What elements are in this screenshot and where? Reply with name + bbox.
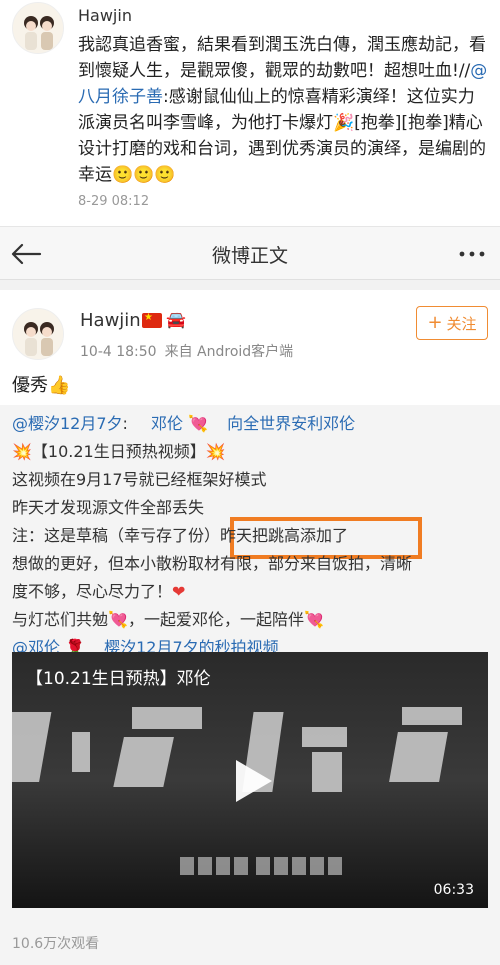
- repost-line: 想做的更好，但本小散粉取材有限，部分来自饭拍，清晰: [12, 554, 413, 573]
- avatar-illustration-icon: [13, 309, 63, 359]
- video-title: 【10.21生日预热】邓伦: [26, 669, 211, 689]
- repost-line: 度不够，尽心尽力了！❤: [12, 578, 185, 602]
- repost-text: 度不够，尽心尽力了！: [12, 582, 173, 601]
- repost-line: 与灯芯们共勉💘，一起爱邓伦，一起陪伴💘: [12, 606, 324, 630]
- post-timestamp: 10-4 18:50: [80, 344, 157, 360]
- follow-label: 关注: [446, 314, 477, 333]
- heart-icon: 💘: [303, 610, 324, 629]
- view-count: 10.6万次观看: [12, 936, 100, 952]
- car-icon: 🚘: [166, 310, 186, 329]
- previous-post: Hawjin 我認真追香蜜，結果看到潤玉洗白傳，潤玉應劫記，看到懷疑人生，是觀眾…: [0, 0, 500, 226]
- user-avatar[interactable]: [12, 2, 64, 54]
- page-title: 微博正文: [211, 245, 288, 267]
- post-source: 来自 Android客户端: [164, 344, 294, 360]
- play-icon[interactable]: [224, 754, 278, 808]
- plus-icon: +: [427, 312, 443, 333]
- username[interactable]: Hawjin: [80, 310, 141, 331]
- username[interactable]: Hawjin: [78, 6, 132, 25]
- colon: :: [122, 414, 128, 433]
- navigation-bar: 微博正文: [0, 226, 500, 280]
- post-meta: 10-4 18:50 来自 Android客户端: [80, 341, 293, 361]
- more-dots-icon: [459, 251, 485, 257]
- repost-line: 注：这是草稿（幸亏存了份）昨天把跳高添加了: [12, 526, 349, 545]
- topic-link[interactable]: 向全世界安利邓伦: [227, 414, 355, 433]
- repost-text: ，一起爱邓伦，一起陪伴: [127, 610, 304, 629]
- user-avatar[interactable]: [12, 308, 64, 360]
- follow-button[interactable]: + 关注: [416, 306, 488, 340]
- repost-header-line: @樱汐12月7夕: 邓伦 💘 向全世界安利邓伦: [12, 410, 355, 434]
- post-text: 優秀👍: [12, 371, 70, 397]
- main-post: Hawjin ★ 🚘 10-4 18:50 来自 Android客户端 + 关注 優…: [0, 290, 500, 965]
- repost-author-link[interactable]: @樱汐12月7夕: [12, 414, 123, 433]
- thumbs-up-icon: 👍: [48, 375, 71, 396]
- repost-text: 与灯芯们共勉: [12, 610, 109, 629]
- video-player[interactable]: 【10.21生日预热】邓伦 06:33: [12, 652, 488, 908]
- repost-line: 💥【10.21生日预热视频】💥: [12, 438, 226, 462]
- more-button[interactable]: [454, 239, 490, 269]
- avatar-illustration-icon: [13, 3, 63, 53]
- video-duration: 06:33: [433, 882, 474, 898]
- repost-line: 昨天才发现源文件全部丢失: [12, 498, 205, 517]
- post-body: 我認真追香蜜，結果看到潤玉洗白傳，潤玉應劫記，看到懷疑人生，是觀眾傻，觀眾的劫數…: [78, 32, 488, 188]
- repost-line: 这视频在9月17号就已经框架好模式: [12, 470, 267, 489]
- burst-icon: 💥: [12, 442, 32, 461]
- post-timestamp: 8-29 08:12: [78, 194, 150, 209]
- post-text: 我認真追香蜜，結果看到潤玉洗白傳，潤玉應劫記，看到懷疑人生，是觀眾傻，觀眾的劫數…: [78, 35, 486, 81]
- mention-link[interactable]: 邓伦: [151, 414, 183, 433]
- china-flag-icon: ★: [142, 312, 162, 328]
- repost-text: 【10.21生日预热视频】: [31, 442, 206, 461]
- heart-icon: 💘: [108, 610, 128, 629]
- post-text-content: 優秀: [12, 375, 48, 396]
- heart-icon: 💘: [183, 414, 209, 433]
- red-heart-icon: ❤: [172, 582, 186, 601]
- section-divider: [0, 280, 500, 290]
- burst-icon: 💥: [205, 442, 226, 461]
